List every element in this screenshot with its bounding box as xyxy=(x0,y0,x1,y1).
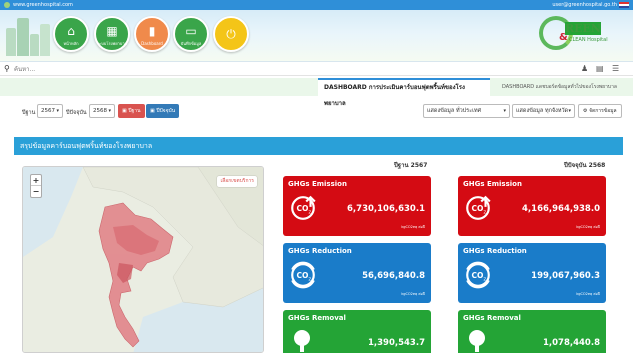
zoom-out-button[interactable]: − xyxy=(31,186,41,197)
chevron-down-icon: ▾ xyxy=(108,108,111,114)
thailand-map[interactable]: + − เลือกเขตบริการ xyxy=(22,166,264,353)
tab-carbon-footprint[interactable]: DASHBOARD การประเมินคาร์บอนฟุตพริ้นท์ของ… xyxy=(318,78,490,107)
card-value: 6,730,106,630.1 xyxy=(347,204,425,214)
filter-row: ปีฐาน 2567 ▾ ปีปัจจุบัน 2568 ▾ ▣ ปีฐาน ▣ ป… xyxy=(0,100,633,124)
card-value: 199,067,960.3 xyxy=(531,271,600,281)
card-title: GHGs Emission xyxy=(463,180,522,188)
search-input[interactable] xyxy=(14,63,434,75)
base-year-select[interactable]: 2567 ▾ xyxy=(37,104,63,118)
dashboard-tabs: DASHBOARD การประเมินคาร์บอนฟุตพริ้นท์ของ… xyxy=(0,78,633,107)
map-canvas[interactable] xyxy=(23,167,264,353)
svg-text:2: 2 xyxy=(308,209,311,215)
base-year-column-title: ปีฐาน 2567 xyxy=(394,162,428,169)
chevron-down-icon: ▾ xyxy=(503,108,506,114)
svg-text:CO: CO xyxy=(472,204,485,213)
card-unit: kgCO2eq ต่อปี xyxy=(576,225,600,229)
thai-flag-icon[interactable] xyxy=(619,2,629,8)
current-year-button[interactable]: ▣ ปีปัจจุบัน xyxy=(146,104,180,118)
ghg-removal-card-current[interactable]: GHGs Removal 1,078,440.8 xyxy=(458,310,606,353)
card-unit: kgCO2eq ต่อปี xyxy=(401,225,425,229)
tab-general-info[interactable]: DASHBOARD แดชบอร์ดข้อมูลทั่วไปของโรงพยาบ… xyxy=(496,78,633,96)
card-unit: kgCO2eq ต่อปี xyxy=(576,292,600,296)
user-icon[interactable]: ♟ xyxy=(581,65,588,73)
card-value: 1,390,543.7 xyxy=(367,338,425,348)
folder-icon: ▭ xyxy=(185,24,197,38)
nav-home-button[interactable]: ⌂ หน้าหลัก xyxy=(53,16,89,52)
chevron-down-icon: ▾ xyxy=(56,108,59,114)
svg-text:CO: CO xyxy=(297,204,310,213)
zoom-in-button[interactable]: + xyxy=(31,175,41,186)
ghg-reduction-card-base[interactable]: GHGs Reduction CO 2 56,696,840.8 kgCO2eq ต่อ… xyxy=(283,243,431,303)
gear-icon: ⚙ xyxy=(583,108,588,114)
card-title: GHGs Removal xyxy=(463,314,521,322)
current-year-column-title: ปีปัจจุบัน 2568 xyxy=(564,162,606,169)
card-unit: kgCO2eq ต่อปี xyxy=(401,292,425,296)
card-value: 4,166,964,938.0 xyxy=(522,204,600,214)
card-title: GHGs Reduction xyxy=(288,247,352,255)
nav-logout-button[interactable]: ⏻ xyxy=(213,16,249,52)
ghg-reduction-card-current[interactable]: GHGs Reduction CO 2 199,067,960.3 kgCO2eq ต่… xyxy=(458,243,606,303)
card-value: 56,696,840.8 xyxy=(362,271,425,281)
card-icon[interactable]: ▤ xyxy=(596,65,604,73)
chart-icon: ▮ xyxy=(148,24,156,38)
card-title: GHGs Removal xyxy=(288,314,346,322)
card-title: GHGs Reduction xyxy=(463,247,527,255)
menu-icon[interactable]: ☰ xyxy=(612,65,619,73)
co2-up-icon: CO 2 xyxy=(291,195,316,220)
svg-text:CO: CO xyxy=(472,271,485,280)
co2-up-icon: CO 2 xyxy=(466,195,491,220)
base-year-label: ปีฐาน xyxy=(22,110,36,116)
calendar-icon: ▣ xyxy=(150,108,155,114)
co2-cycle-icon: CO 2 xyxy=(291,261,315,289)
hospital-buildings-illustration xyxy=(6,14,50,56)
calendar-icon: ▣ xyxy=(122,108,127,114)
tree-co2-icon xyxy=(294,330,310,352)
green-clean-hospital-logo: REEN & CLEAN Hospital xyxy=(539,14,625,54)
app-header: www.greenhospital.com user@greenhospital… xyxy=(0,0,633,62)
nav-dashboard-button[interactable]: ▮ Dashboard xyxy=(134,16,170,52)
ghg-removal-card-base[interactable]: GHGs Removal 1,390,543.7 xyxy=(283,310,431,353)
co2-cycle-icon: CO 2 xyxy=(466,261,490,289)
hospital-icon: ▦ xyxy=(106,24,118,38)
zoom-control: + − xyxy=(30,174,42,198)
chevron-down-icon: ▾ xyxy=(568,108,571,114)
ghg-emission-card-current[interactable]: GHGs Emission CO 2 4,166,964,938.0 kgCO2eq ต… xyxy=(458,176,606,236)
svg-text:2: 2 xyxy=(483,276,486,282)
search-icon: ⚲ xyxy=(4,64,10,73)
nav-hospital-button[interactable]: ▦ ระบบโรงพยาบาล xyxy=(94,16,130,52)
nav-data-entry-button[interactable]: ▭ บันทึกข้อมูล xyxy=(173,16,209,52)
tree-co2-icon xyxy=(469,330,485,352)
svg-text:2: 2 xyxy=(308,276,311,282)
search-bar: ⚲ xyxy=(0,62,633,76)
section-title-bar: สรุปข้อมูลคาร์บอนฟุตพริ้นท์ของโรงพยาบาล xyxy=(14,137,623,155)
card-title: GHGs Emission xyxy=(288,180,347,188)
select-service-area-link[interactable]: เลือกเขตบริการ xyxy=(217,176,257,187)
card-value: 1,078,440.8 xyxy=(542,338,600,348)
home-icon: ⌂ xyxy=(67,24,75,38)
region-scope-select[interactable]: แสดงข้อมูล ทั่วประเทศ ▾ xyxy=(423,104,510,118)
base-year-button[interactable]: ▣ ปีฐาน xyxy=(118,104,145,118)
province-select[interactable]: แสดงข้อมูล ทุกจังหวัด ▾ xyxy=(512,104,575,118)
svg-text:CO: CO xyxy=(297,271,310,280)
site-url: www.greenhospital.com xyxy=(13,2,73,8)
current-year-label: ปีปัจจุบัน xyxy=(66,110,87,116)
manage-data-button[interactable]: ⚙ จัดการข้อมูล xyxy=(578,104,622,118)
ghg-emission-card-base[interactable]: GHGs Emission CO 2 6,730,106,630.1 kgCO2eq ต… xyxy=(283,176,431,236)
power-icon: ⏻ xyxy=(226,27,236,41)
user-email[interactable]: user@greenhospital.go.th xyxy=(552,1,617,9)
top-status-bar: www.greenhospital.com user@greenhospital… xyxy=(0,0,633,10)
current-year-select[interactable]: 2568 ▾ xyxy=(89,104,115,118)
svg-text:2: 2 xyxy=(483,209,486,215)
